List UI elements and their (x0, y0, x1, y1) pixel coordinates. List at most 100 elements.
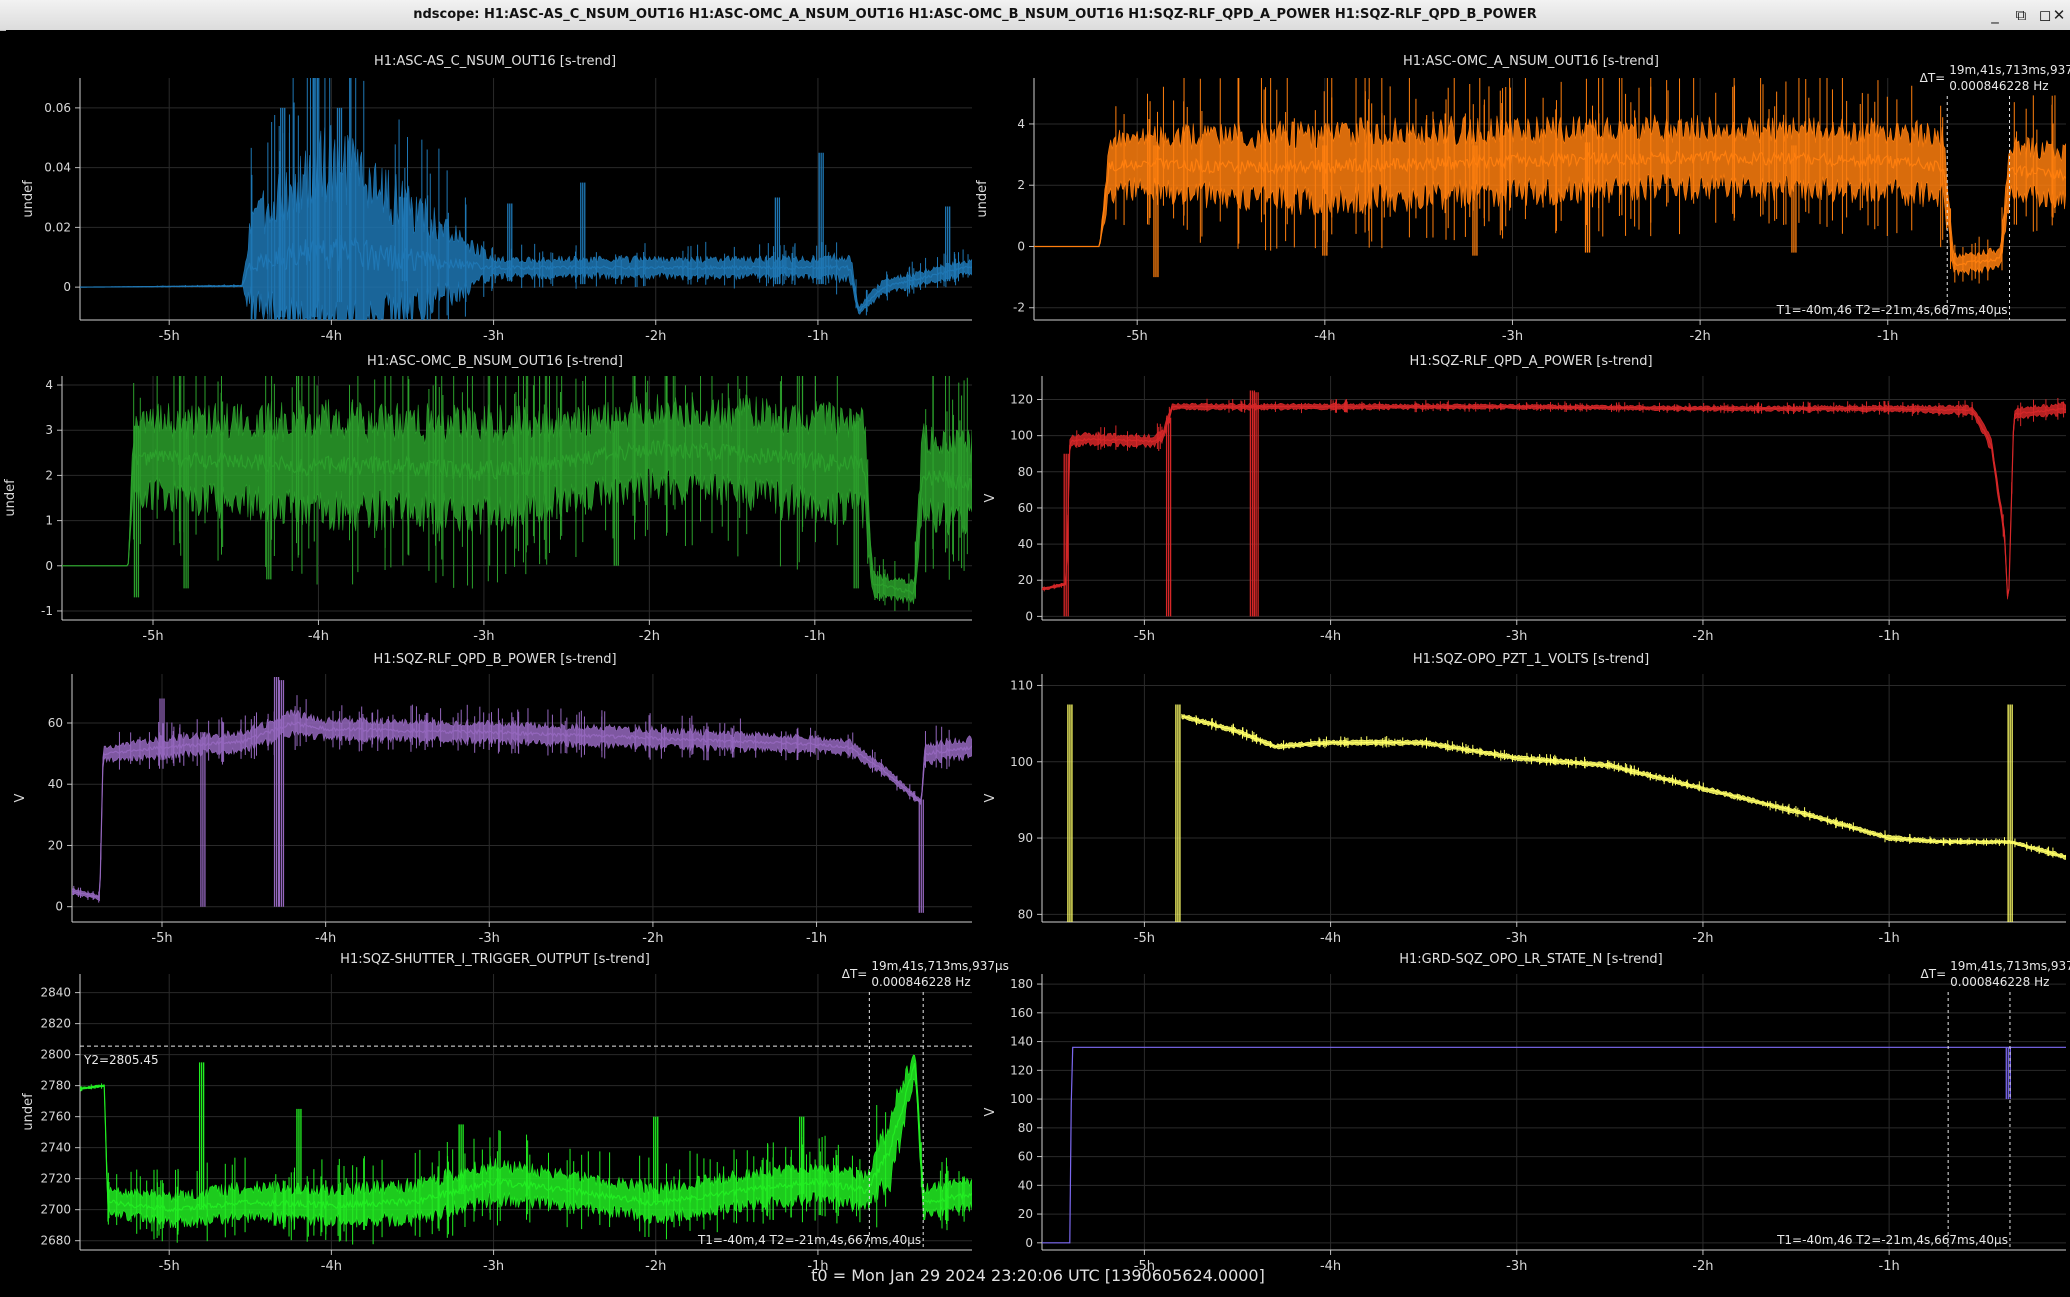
y-cursor-label: Y2=2805.45 (83, 1053, 159, 1067)
series-envelope (1034, 114, 2066, 277)
y-tick-label: 2840 (40, 986, 71, 1000)
plot-canvas[interactable]: -5h -4h -3h -2h -1h8090100110V (983, 632, 2070, 946)
t1-t2-readout: T1=-40m,46 T2=-21m,4s,667ms,40μs (1776, 1233, 2008, 1247)
y-tick-label: 20 (48, 838, 63, 852)
series-envelope (1042, 401, 2066, 600)
y-tick-label: 60 (1018, 1150, 1033, 1164)
series-envelope (1042, 1047, 2066, 1244)
plot-panel-as-c-nsum[interactable]: H1:ASC-AS_C_NSUM_OUT16 [s-trend] -5h -4h -… (6, 30, 984, 344)
y-tick-label: 80 (1018, 465, 1033, 479)
y-axis-label: undef (975, 180, 990, 218)
window-title: ndscope: H1:ASC-AS_C_NSUM_OUT16 H1:ASC-O… (413, 7, 1537, 22)
t1-t2-readout: T1=-40m,46 T2=-21m,4s,667ms,40μs (1776, 303, 2008, 317)
y-tick-label: 4 (1017, 117, 1025, 131)
plot-panel-shutter-trigger[interactable]: H1:SQZ-SHUTTER_I_TRIGGER_OUTPUT [s-trend… (6, 932, 1009, 1274)
y-tick-label: 2800 (40, 1048, 71, 1062)
y-tick-label: 160 (1010, 1006, 1033, 1020)
series-trace (80, 1054, 972, 1245)
series-trace (80, 78, 972, 320)
close-button[interactable]: ✕ (2048, 4, 2070, 26)
y-axis-label: V (983, 1107, 998, 1116)
y-tick-label: 0.06 (44, 101, 71, 115)
plot-canvas[interactable]: -5h -4h -3h -2h -1h0204060V (6, 632, 984, 946)
delta-t-value: 19m,41s,713ms,937μs (871, 959, 1009, 973)
y-tick-label: 0.04 (44, 161, 71, 175)
frequency-value: 0.000846228 Hz (1949, 79, 2048, 93)
y-axis-label: undef (21, 180, 36, 218)
series-trace (62, 376, 972, 612)
y-tick-label: -2 (1013, 301, 1025, 315)
plot-canvas[interactable]: -5h -4h -3h -2h -1h00.020.040.06undef (6, 30, 984, 344)
delta-t-label: ΔT= (1921, 967, 1947, 981)
y-tick-label: 0 (63, 280, 71, 294)
series-envelope (80, 124, 972, 320)
series-trace (1042, 390, 2066, 617)
delta-t-label: ΔT= (1920, 71, 1946, 85)
y-tick-label: 40 (1018, 537, 1033, 551)
y-tick-label: 100 (1010, 1092, 1033, 1106)
y-tick-label: 2780 (40, 1079, 71, 1093)
y-tick-label: 120 (1010, 392, 1033, 406)
y-tick-label: 80 (1018, 1121, 1033, 1135)
y-tick-label: 2700 (40, 1203, 71, 1217)
plot-panel-omc-b-nsum[interactable]: H1:ASC-OMC_B_NSUM_OUT16 [s-trend] -5h -4h… (3, 332, 984, 644)
y-axis-label: undef (21, 1093, 36, 1131)
y-tick-label: 40 (1018, 1178, 1033, 1192)
window-titlebar: ndscope: H1:ASC-AS_C_NSUM_OUT16 H1:ASC-O… (0, 0, 2070, 31)
y-tick-label: 90 (1018, 831, 1033, 845)
y-tick-label: 2720 (40, 1172, 71, 1186)
series-trace (72, 677, 972, 913)
y-tick-label: 100 (1010, 429, 1033, 443)
plot-panel-rlf-qpd-b-power[interactable]: H1:SQZ-RLF_QPD_B_POWER [s-trend] -5h -4h -… (6, 632, 984, 946)
ndscope-plot-area: H1:ASC-AS_C_NSUM_OUT16 [s-trend] -5h -4h -… (3, 30, 2070, 1297)
series-line (1181, 715, 2066, 858)
y-tick-label: 100 (1010, 755, 1033, 769)
y-tick-label: -1 (41, 604, 53, 618)
plot-panel-omc-a-nsum[interactable]: H1:ASC-OMC_A_NSUM_OUT16 [s-trend] -5h -4h… (975, 30, 2070, 344)
t1-t2-readout: T1=-40m,4 T2=-21m,4s,667ms,40μs (697, 1233, 921, 1247)
y-tick-label: 2760 (40, 1110, 71, 1124)
y-axis-label: V (983, 493, 998, 502)
t0-label: t0 = Mon Jan 29 2024 23:20:06 UTC [13906… (811, 1266, 1265, 1285)
y-tick-label: 20 (1018, 1207, 1033, 1221)
plot-canvas[interactable]: -5h -4h -3h -2h -1h020406080100120V (983, 332, 2070, 644)
plot-canvas[interactable]: -5h -4h -3h -2h -1h-2024undefΔT=19m,41s,713m… (975, 30, 2070, 344)
y-tick-label: 140 (1010, 1035, 1033, 1049)
delta-t-value: 19m,41s,713ms,937μs (1949, 63, 2070, 77)
series-envelope (62, 394, 972, 605)
y-tick-label: 0 (1025, 1236, 1033, 1250)
plot-canvas[interactable]: -5h -4h -3h -2h -1h-101234undef (3, 332, 984, 644)
y-tick-label: 0.02 (44, 220, 71, 234)
y-tick-label: 120 (1010, 1063, 1033, 1077)
series-line (1042, 1046, 2066, 1244)
series-trace (1042, 1046, 2066, 1244)
y-tick-label: 2740 (40, 1141, 71, 1155)
y-tick-label: 110 (1010, 678, 1033, 692)
minimize-button[interactable]: _ (1984, 4, 2006, 26)
series-trace (1034, 78, 2066, 284)
y-tick-label: 180 (1010, 977, 1033, 991)
frequency-value: 0.000846228 Hz (871, 975, 970, 989)
y-tick-label: 60 (1018, 501, 1033, 515)
plot-canvas[interactable]: -5h -4h -3h -2h -1h2680270027202740276027802… (6, 932, 1009, 1274)
y-tick-label: 1 (45, 514, 53, 528)
y-tick-label: 20 (1018, 573, 1033, 587)
plot-panel-opo-lr-state[interactable]: H1:GRD-SQZ_OPO_LR_STATE_N [s-trend] -5h -… (983, 932, 2070, 1274)
delta-t-label: ΔT= (842, 967, 868, 981)
restore-button[interactable]: ⧉ (2010, 4, 2032, 26)
y-tick-label: 60 (48, 716, 63, 730)
series-trace (1067, 704, 2066, 922)
y-tick-label: 0 (1025, 609, 1033, 623)
y-tick-label: 2680 (40, 1234, 71, 1248)
series-envelope (72, 709, 972, 901)
plot-panel-rlf-qpd-a-power[interactable]: H1:SQZ-RLF_QPD_A_POWER [s-trend] -5h -4h -… (983, 332, 2070, 644)
y-tick-label: 40 (48, 777, 63, 791)
y-tick-label: 3 (45, 423, 53, 437)
plot-panel-opo-pzt-volts[interactable]: H1:SQZ-OPO_PZT_1_VOLTS [s-trend] -5h -4h -… (983, 632, 2070, 946)
delta-t-value: 19m,41s,713ms,937μs (1950, 959, 2070, 973)
y-axis-label: undef (3, 479, 18, 517)
y-tick-label: 4 (45, 378, 53, 392)
frequency-value: 0.000846228 Hz (1950, 975, 2049, 989)
y-tick-label: 2 (45, 468, 53, 482)
plot-canvas[interactable]: -5h -4h -3h -2h -1h020406080100120140160180V… (983, 932, 2070, 1274)
